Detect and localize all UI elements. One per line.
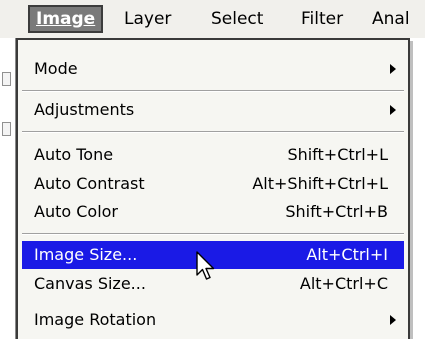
menu-item-shortcut: Shift+Ctrl+L xyxy=(287,145,388,164)
submenu-arrow-icon xyxy=(390,64,396,74)
menu-item-shortcut: Shift+Ctrl+B xyxy=(285,202,388,221)
menubar-analysis[interactable]: Anal xyxy=(372,5,410,33)
menubar-filter[interactable]: Filter xyxy=(301,5,343,33)
background-control xyxy=(2,72,11,86)
menubar-layer[interactable]: Layer xyxy=(124,5,171,33)
menu-separator xyxy=(22,233,404,235)
menu-item-mode[interactable]: Mode xyxy=(22,55,404,83)
menubar-select[interactable]: Select xyxy=(211,5,263,33)
menu-item-shortcut: Alt+Ctrl+I xyxy=(306,245,388,264)
submenu-arrow-icon xyxy=(390,315,396,325)
background-window-edge xyxy=(0,38,16,339)
screen: Image Layer Select Filter Anal Mode Adju… xyxy=(0,0,425,339)
menu-item-label: Adjustments xyxy=(34,100,135,119)
menu-separator xyxy=(22,131,404,133)
menu-item-auto-contrast[interactable]: Auto Contrast Alt+Shift+Ctrl+L xyxy=(22,170,404,198)
menu-item-adjustments[interactable]: Adjustments xyxy=(22,96,404,124)
menu-item-label: Image Size... xyxy=(34,245,138,264)
image-menu-dropdown: Mode Adjustments Auto Tone Shift+Ctrl+L … xyxy=(16,38,410,339)
menu-item-label: Canvas Size... xyxy=(34,274,146,293)
menu-item-shortcut: Alt+Ctrl+C xyxy=(299,274,388,293)
menu-item-auto-color[interactable]: Auto Color Shift+Ctrl+B xyxy=(22,198,404,226)
menu-item-image-rotation[interactable]: Image Rotation xyxy=(22,306,404,334)
arrow-cursor-icon xyxy=(196,251,215,280)
menubar-image[interactable]: Image xyxy=(28,5,104,33)
menu-item-auto-tone[interactable]: Auto Tone Shift+Ctrl+L xyxy=(22,141,404,169)
menu-item-label: Image Rotation xyxy=(34,310,157,329)
menu-item-label: Auto Contrast xyxy=(34,174,145,193)
menu-bar: Image Layer Select Filter Anal xyxy=(0,0,425,38)
menu-item-label: Auto Tone xyxy=(34,145,114,164)
menu-item-shortcut: Alt+Shift+Ctrl+L xyxy=(252,174,388,193)
menu-item-label: Mode xyxy=(34,59,78,78)
submenu-arrow-icon xyxy=(390,105,396,115)
menu-separator xyxy=(22,90,404,92)
menu-item-label: Auto Color xyxy=(34,202,119,221)
background-control xyxy=(2,122,11,136)
